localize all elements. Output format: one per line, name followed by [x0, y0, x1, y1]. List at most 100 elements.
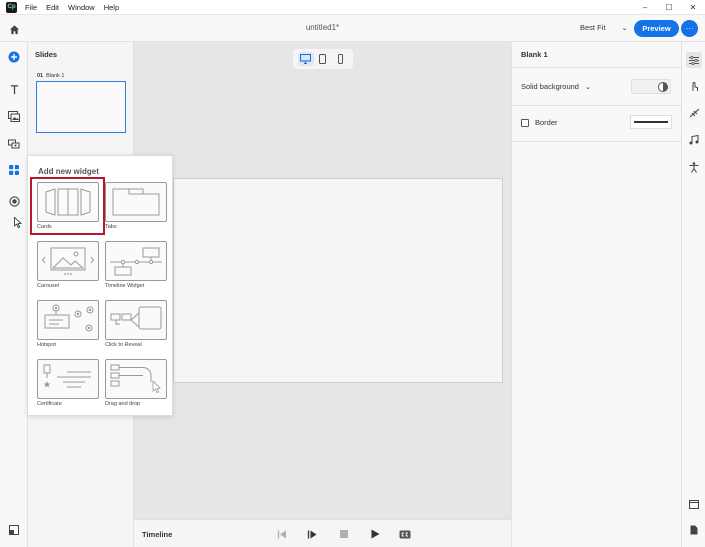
interaction-icon [8, 139, 20, 149]
background-color-picker[interactable] [631, 79, 671, 94]
step-back-icon [277, 530, 286, 538]
desktop-view-button[interactable] [297, 52, 314, 66]
properties-icon [689, 55, 699, 65]
step-back-button[interactable] [275, 528, 289, 540]
closed-caption-button[interactable] [398, 528, 412, 540]
preview-button[interactable]: Preview [634, 20, 679, 37]
animation-tab[interactable] [686, 105, 702, 121]
maximize-button[interactable]: ☐ [657, 0, 681, 15]
text-button[interactable] [6, 81, 22, 97]
window-controls: – ☐ ✕ [633, 0, 705, 15]
device-switcher [293, 49, 353, 69]
interaction-button[interactable] [6, 136, 22, 152]
hotspot-icon [44, 304, 94, 332]
menu-file[interactable]: File [25, 3, 37, 12]
notes-icon [690, 525, 698, 535]
widget-reveal[interactable]: Click to Reveal [105, 300, 167, 348]
widget-dragdrop[interactable]: Drag and drop [105, 359, 167, 407]
widget-tabs[interactable]: Tabs [105, 182, 167, 230]
stop-button[interactable] [337, 528, 351, 540]
panel-toggle-button[interactable] [6, 522, 22, 538]
border-option: Border [521, 118, 558, 127]
media-icon [8, 110, 20, 122]
divider [512, 105, 682, 106]
tablet-view-button[interactable] [315, 52, 331, 66]
popup-title: Add new widget [38, 167, 99, 176]
divider [512, 141, 682, 142]
widget-hotspot[interactable]: Hotspot [37, 300, 99, 348]
play-icon [371, 529, 379, 539]
add-widget-popup: Add new widget Cards Tabs Carousel Timel… [27, 155, 173, 416]
left-toolbar [0, 42, 28, 547]
minimize-button[interactable]: – [633, 0, 657, 15]
properties-title: Blank 1 [521, 50, 548, 59]
zoom-fit-label: Best Fit [580, 23, 606, 32]
widget-label: Carousel [37, 283, 60, 289]
widget-label: Hotspot [37, 342, 56, 348]
properties-tab[interactable] [686, 52, 702, 68]
interactions-tab[interactable] [686, 78, 702, 94]
mouse-pointer-icon [14, 215, 22, 233]
mobile-view-button[interactable] [332, 52, 348, 66]
panel-toggle-icon [9, 525, 19, 535]
play-button[interactable] [368, 528, 382, 540]
slide-name: Blank 1 [46, 73, 65, 79]
background-type-label: Solid background [521, 82, 579, 91]
more-options-button[interactable]: ··· [681, 20, 698, 37]
close-button[interactable]: ✕ [681, 0, 705, 15]
menu-edit[interactable]: Edit [46, 3, 59, 12]
timeline-label: Timeline [142, 530, 173, 539]
chevron-down-icon: ⌄ [584, 83, 591, 91]
audio-icon [689, 135, 699, 145]
app-header: untitled1* Best Fit ⌄ Preview ··· [0, 15, 705, 42]
widget-icon [9, 165, 19, 175]
chevron-down-icon: ⌄ [621, 24, 628, 32]
slides-panel-title: Slides [35, 50, 58, 59]
widget-carousel[interactable]: Carousel [37, 241, 99, 289]
add-icon [8, 51, 20, 63]
menu-bar: File Edit Window Help [25, 3, 128, 12]
widget-label: Tabs [105, 224, 117, 230]
widget-timeline[interactable]: Timeline Widget [105, 241, 167, 289]
certificate-icon [43, 364, 91, 388]
title-bar: Cp File Edit Window Help – ☐ ✕ [0, 0, 705, 15]
layout-icon [689, 499, 699, 509]
border-style-picker[interactable] [630, 115, 672, 129]
zoom-fit-dropdown[interactable]: Best Fit ⌄ [580, 23, 627, 32]
stop-icon [340, 530, 348, 538]
border-line-preview [634, 121, 668, 123]
play-pause-icon [307, 530, 317, 538]
click-to-reveal-icon [110, 306, 162, 330]
widget-certificate[interactable]: Certificate [37, 359, 99, 407]
divider [512, 67, 682, 68]
layout-tab[interactable] [686, 496, 702, 512]
widget-label: Drag and drop [105, 401, 141, 407]
document-title: untitled1* [305, 23, 340, 32]
menu-window[interactable]: Window [68, 3, 95, 12]
border-checkbox[interactable] [521, 118, 529, 127]
animation-icon [689, 108, 699, 118]
add-button[interactable] [6, 49, 22, 65]
right-toolbar [681, 42, 705, 547]
slide-stage[interactable] [173, 178, 503, 383]
drag-and-drop-icon [110, 364, 161, 393]
app-logo: Cp [6, 1, 17, 13]
widget-label: Click to Reveal [105, 342, 142, 348]
accessibility-tab[interactable] [686, 159, 702, 175]
media-button[interactable] [6, 108, 22, 124]
widget-label: Certificate [37, 401, 62, 407]
play-pause-button[interactable] [305, 528, 319, 540]
desktop-icon [300, 54, 312, 64]
notes-tab[interactable] [686, 522, 702, 538]
slide-thumbnail[interactable] [36, 81, 126, 133]
record-icon [8, 195, 20, 207]
mobile-icon [337, 54, 343, 64]
audio-tab[interactable] [686, 132, 702, 148]
menu-help[interactable]: Help [104, 3, 119, 12]
background-type-dropdown[interactable]: Solid background ⌄ [521, 82, 591, 91]
selected-widget-highlight [30, 177, 105, 235]
tabs-icon [112, 188, 160, 216]
record-button[interactable] [6, 193, 22, 209]
accessibility-icon [689, 161, 699, 173]
widget-button[interactable] [6, 162, 22, 178]
